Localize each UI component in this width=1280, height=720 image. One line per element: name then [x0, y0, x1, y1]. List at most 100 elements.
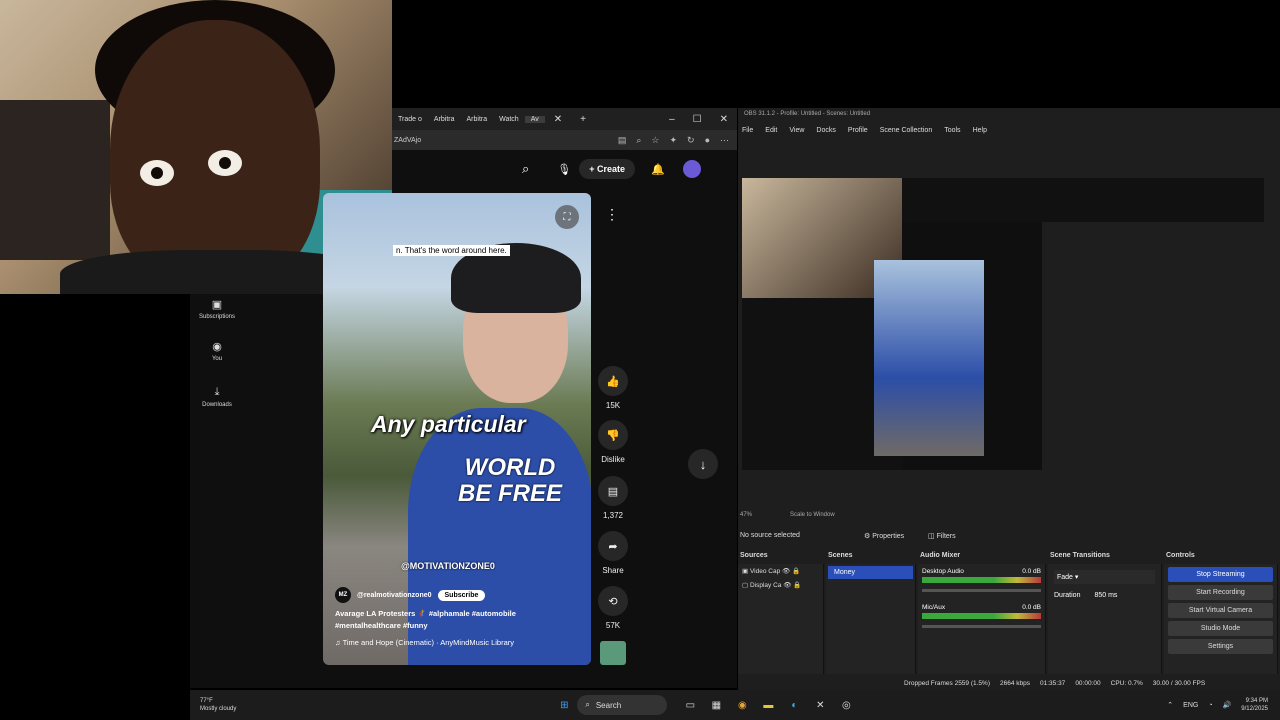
clock[interactable]: 9:34 PM 9/12/2025 — [1241, 697, 1268, 713]
duration-input[interactable]: 850 ms — [1094, 592, 1117, 599]
dropped-frames: Dropped Frames 2559 (1.5%) — [904, 679, 990, 687]
minimize-icon[interactable]: – — [660, 114, 684, 125]
zoom-icon[interactable]: ⌕ — [636, 135, 641, 146]
comment-icon: ▤ — [598, 476, 628, 506]
thumbs-down-icon: 👎 — [598, 420, 628, 450]
volume-icon[interactable]: 🔊 — [1223, 701, 1232, 709]
obs-preview[interactable] — [742, 178, 1264, 470]
short-video-player[interactable]: n. That's the word around here. ⛶ Any pa… — [323, 193, 591, 665]
menu-item[interactable]: File — [742, 127, 753, 134]
taskbar-search[interactable]: ⌕ Search — [577, 695, 668, 715]
audio-track-name: Desktop Audio — [922, 568, 964, 575]
channel-handle[interactable]: @realmotivationzone0 — [357, 592, 432, 599]
start-virtual-camera-button[interactable]: Start Virtual Camera — [1168, 603, 1273, 618]
edge-icon[interactable]: ◐ — [786, 697, 802, 713]
close-tab-icon[interactable]: ✕ — [545, 114, 571, 125]
wifi-icon[interactable]: ◔ — [1208, 702, 1212, 709]
tray-chevron-icon[interactable]: ⌃ — [1167, 701, 1173, 709]
scale-select[interactable]: Scale to Window — [790, 512, 835, 518]
next-video-icon[interactable]: ↓ — [688, 449, 718, 479]
settings-button[interactable]: Settings — [1168, 639, 1273, 654]
filters-button[interactable]: ◫ Filters — [928, 532, 956, 540]
like-button[interactable]: 👍 15K — [596, 366, 630, 410]
video-overlay-text: Any particular — [371, 411, 526, 437]
transition-select[interactable]: Fade ▾ — [1054, 570, 1155, 584]
menu-item[interactable]: Help — [973, 127, 987, 134]
audio-track-db: 0.0 dB — [1022, 604, 1041, 611]
audio-thumbnail[interactable] — [600, 641, 626, 665]
menu-item[interactable]: Edit — [765, 127, 777, 134]
music-credit[interactable]: ♫ Time and Hope (Cinematic) · AnyMindMus… — [335, 638, 514, 647]
like-count: 15K — [605, 401, 621, 410]
browser-tab-active[interactable]: Av — [524, 115, 545, 123]
scene-item-active[interactable]: Money — [828, 566, 913, 579]
comment-count: 1,372 — [602, 511, 624, 520]
task-view-icon[interactable]: ▭ — [682, 697, 698, 713]
obs-icon[interactable]: ◎ — [838, 697, 854, 713]
sidebar-item-you[interactable]: ◉ You — [190, 340, 244, 362]
sidebar-item-subscriptions[interactable]: ▣ Subscriptions — [190, 298, 244, 320]
menu-icon[interactable]: ⋯ — [720, 135, 729, 146]
refresh-icon[interactable]: ↻ — [687, 135, 695, 146]
chrome-icon[interactable]: ◉ — [734, 697, 750, 713]
notifications-icon[interactable]: 🔔 — [651, 163, 665, 176]
store-icon[interactable]: ▦ — [708, 697, 724, 713]
audio-mixer-panel: Desktop Audio 0.0 dB Mic/Aux 0.0 dB — [918, 564, 1046, 674]
menu-item[interactable]: Tools — [944, 127, 960, 134]
scenes-header: Scenes — [828, 552, 853, 559]
mic-icon[interactable]: 🎙 — [557, 163, 571, 176]
channel-avatar[interactable]: MZ — [335, 587, 351, 603]
dislike-label: Dislike — [601, 455, 625, 464]
remix-icon: ⟲ — [598, 586, 628, 616]
bookmark-icon[interactable]: ☆ — [651, 135, 659, 146]
video-caption: n. That's the word around here. — [393, 245, 510, 256]
shirt-print: WORLD BE FREE — [457, 454, 562, 507]
dislike-button[interactable]: 👎 Dislike — [596, 420, 630, 464]
stop-streaming-button[interactable]: Stop Streaming — [1168, 567, 1273, 582]
x-app-icon[interactable]: ✕ — [812, 697, 828, 713]
browser-tab[interactable]: Arbitra — [461, 116, 494, 123]
profile-icon[interactable]: ● — [705, 135, 710, 146]
zoom-level[interactable]: 47% — [740, 512, 752, 518]
controls-panel: Stop Streaming Start Recording Start Vir… — [1164, 564, 1278, 674]
preview-obs-nested — [1042, 222, 1264, 470]
browser-tab[interactable]: Trade o — [392, 116, 428, 123]
properties-button[interactable]: ⚙ Properties — [864, 532, 904, 540]
subscribe-button[interactable]: Subscribe — [437, 589, 486, 601]
maximize-icon[interactable]: ☐ — [684, 114, 711, 125]
search-icon[interactable]: ⌕ — [522, 161, 529, 177]
create-button[interactable]: + Create — [579, 159, 636, 179]
weather-widget[interactable]: 77°F Mostly cloudy — [200, 697, 236, 713]
start-icon[interactable]: ⊞ — [556, 697, 572, 713]
more-options-icon[interactable]: ⋮ — [605, 206, 619, 223]
clock-date: 9/12/2025 — [1241, 706, 1268, 712]
volume-slider[interactable] — [922, 625, 1041, 628]
lang-indicator[interactable]: ENG — [1183, 702, 1198, 709]
source-item[interactable]: ▢ Display Ca 👁 🔒 — [738, 578, 823, 592]
weather-desc: Mostly cloudy — [200, 706, 237, 712]
address-bar[interactable]: ZAdVAjo ▤ ⌕ ☆ ✦ ↻ ● ⋯ — [392, 130, 737, 150]
volume-slider[interactable] — [922, 589, 1041, 592]
menu-item[interactable]: Docks — [816, 127, 835, 134]
start-recording-button[interactable]: Start Recording — [1168, 585, 1273, 600]
share-button[interactable]: ➦ Share — [596, 531, 630, 575]
sidebar-item-downloads[interactable]: ⤓ Downloads — [190, 386, 244, 408]
studio-mode-button[interactable]: Studio Mode — [1168, 621, 1273, 636]
fullscreen-icon[interactable]: ⛶ — [555, 205, 579, 229]
source-item[interactable]: ▣ Video Cap 👁 🔒 — [738, 564, 823, 578]
menu-item[interactable]: Scene Collection — [880, 127, 933, 134]
comments-button[interactable]: ▤ 1,372 — [596, 476, 630, 520]
folder-icon[interactable]: ▬ — [760, 697, 776, 713]
new-tab-icon[interactable]: + — [571, 114, 595, 125]
browser-tab[interactable]: Watch — [493, 116, 525, 123]
avatar[interactable] — [682, 160, 701, 178]
close-window-icon[interactable]: ✕ — [711, 114, 737, 125]
remix-button[interactable]: ⟲ 57K — [596, 586, 630, 630]
menu-item[interactable]: Profile — [848, 127, 868, 134]
preview-short — [874, 260, 984, 456]
browser-tab[interactable]: Arbitra — [428, 116, 461, 123]
menu-item[interactable]: View — [789, 127, 804, 134]
extensions-icon[interactable]: ✦ — [669, 135, 677, 146]
reader-icon[interactable]: ▤ — [618, 135, 627, 146]
source-label: Display Ca — [749, 582, 782, 589]
